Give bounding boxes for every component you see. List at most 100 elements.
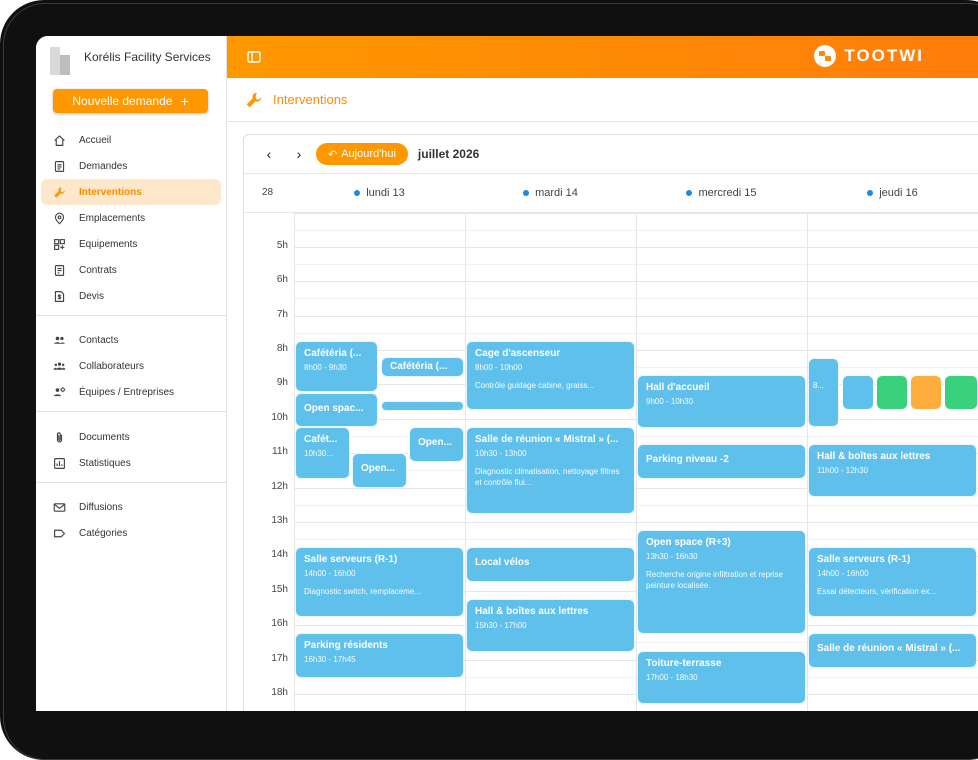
sidebar-item-categories[interactable]: Catégories — [41, 520, 221, 546]
sidebar-item-label: Catégories — [79, 527, 128, 539]
sidebar-item-contrats[interactable]: Contrats — [41, 257, 221, 283]
event-mon-cafeteria-2[interactable]: Cafétéria (... — [381, 357, 464, 377]
event-thu-serveurs[interactable]: Salle serveurs (R-1) 14h00 - 16h00 Essai… — [808, 547, 977, 617]
event-title: Hall d'accueil — [646, 382, 710, 393]
event-title: Cafétéria (... — [304, 348, 362, 359]
sidebar-item-contacts[interactable]: Contacts — [41, 327, 221, 353]
event-thu-hall[interactable]: Hall & boîtes aux lettres 11h00 - 12h30 — [808, 444, 977, 497]
event-title: Salle de réunion « Mistral » (... — [817, 643, 961, 654]
event-title: Parking niveau -2 — [646, 454, 729, 465]
sidebar-item-devis[interactable]: Devis — [41, 283, 221, 309]
event-mon-cafeteria-3[interactable]: Cafét... 10h30... — [295, 427, 350, 479]
event-title: Cafétéria (... — [390, 361, 448, 372]
event-time: 13h30 - 16h30 — [646, 552, 698, 561]
week-number: 28 — [262, 187, 274, 198]
event-time: 8h00 - 9h30 — [304, 363, 347, 372]
event-description: Recherche origine infiltration et repris… — [646, 570, 783, 590]
hour-label: 10h — [271, 412, 288, 423]
company-name: Korélis Facility Services — [84, 50, 211, 64]
event-thu-chip-blue[interactable] — [842, 375, 874, 410]
day-header-monday[interactable]: lundi 13 — [294, 174, 465, 212]
event-wed-toiture[interactable]: Toiture-terrasse 17h00 - 18h30 — [637, 651, 806, 704]
company-brand[interactable]: Korélis Facility Services — [36, 36, 226, 78]
today-button[interactable]: ↶ Aujourd'hui — [316, 143, 408, 165]
event-thu-chip-green[interactable] — [876, 375, 908, 410]
event-tue-mistral[interactable]: Salle de réunion « Mistral » (... 10h30 … — [466, 427, 635, 514]
wrench-icon — [246, 92, 262, 107]
today-dot — [686, 190, 693, 196]
event-thu-small[interactable]: 8... — [808, 358, 839, 427]
event-mon-open-2[interactable]: Open... — [409, 427, 464, 462]
event-time: 14h00 - 16h00 — [304, 569, 356, 578]
location-pin-icon — [54, 212, 65, 225]
event-title: Open space (R+3) — [646, 537, 731, 548]
app-screen: Korélis Facility Services Nouvelle deman… — [36, 36, 978, 711]
event-thu-chip-green-2[interactable] — [944, 375, 978, 410]
sidebar-item-label: Accueil — [79, 134, 112, 146]
event-time: 8h00 - 10h00 — [475, 363, 523, 372]
event-wed-hall-accueil[interactable]: Hall d'accueil 9h00 - 10h30 — [637, 375, 806, 428]
day-header-thursday[interactable]: jeudi 16 — [807, 174, 978, 212]
event-wed-parking[interactable]: Parking niveau -2 — [637, 444, 806, 479]
sidebar-item-equipements[interactable]: Equipements — [41, 231, 221, 257]
event-mon-thin[interactable] — [381, 401, 464, 411]
sidebar-item-label: Equipements — [79, 238, 138, 250]
sidebar-item-documents[interactable]: Documents — [41, 424, 221, 450]
event-time: 15h30 - 17h00 — [475, 621, 527, 630]
hour-label: 5h — [276, 240, 288, 251]
plus-icon: + — [180, 93, 189, 109]
event-mon-salle-serveurs[interactable]: Salle serveurs (R-1) 14h00 - 16h00 Diagn… — [295, 547, 464, 617]
event-wed-openspace[interactable]: Open space (R+3) 13h30 - 16h30 Recherche… — [637, 530, 806, 634]
sidebar-item-label: Documents — [79, 431, 130, 443]
mail-icon — [53, 502, 66, 512]
hour-label: 8h — [276, 343, 288, 354]
sidebar-item-demandes[interactable]: Demandes — [41, 153, 221, 179]
event-title: Cage d'ascenseur — [475, 348, 561, 359]
nav-group-people: Contacts Collaborateurs Équipes / Entrep… — [36, 327, 227, 405]
event-mon-open-3[interactable]: Open... — [352, 453, 407, 488]
day-header-tuesday[interactable]: mardi 14 — [465, 174, 636, 212]
new-request-label: Nouvelle demande — [72, 94, 173, 108]
sidebar-item-label: Emplacements — [79, 212, 146, 224]
event-mon-openspace-1[interactable]: Open spac... — [295, 393, 378, 427]
event-title: Hall & boîtes aux lettres — [475, 606, 589, 617]
sidebar-item-diffusions[interactable]: Diffusions — [41, 494, 221, 520]
time-grid[interactable]: 5h 6h 7h 8h 9h 10h 11h 12h 13h 14h 15h 1… — [244, 213, 978, 711]
sidebar-item-emplacements[interactable]: Emplacements — [41, 205, 221, 231]
event-thu-mistral[interactable]: Salle de réunion « Mistral » (... — [808, 633, 977, 668]
sidebar-toggle-icon[interactable] — [247, 50, 261, 64]
sidebar-item-equipes[interactable]: Équipes / Entreprises — [41, 379, 221, 405]
prev-week-button[interactable]: ‹ — [254, 142, 284, 166]
tootwi-logo: TOOTWI — [814, 45, 924, 67]
next-week-button[interactable]: › — [284, 142, 314, 166]
hour-label: 15h — [271, 584, 288, 595]
event-time: 10h30... — [304, 449, 333, 458]
sidebar-item-label: Collaborateurs — [79, 360, 145, 372]
event-time: 16h30 - 17h45 — [304, 655, 356, 664]
sidebar-item-accueil[interactable]: Accueil — [41, 127, 221, 153]
sidebar-divider — [36, 315, 227, 316]
day-header-row: 28 lundi 13 mardi 14 mercredi 15 jeudi 1… — [244, 173, 978, 213]
contract-icon — [54, 264, 65, 276]
wrench-icon — [54, 186, 65, 198]
calendar-toolbar: ‹ › ↶ Aujourd'hui juillet 2026 — [244, 135, 978, 173]
event-title: Hall & boîtes aux lettres — [817, 451, 931, 462]
sidebar-item-interventions[interactable]: Interventions — [41, 179, 221, 205]
event-thu-chip-orange[interactable] — [910, 375, 942, 410]
event-tue-ascenseur[interactable]: Cage d'ascenseur 8h00 - 10h00 Contrôle g… — [466, 341, 635, 410]
day-header-wednesday[interactable]: mercredi 15 — [636, 174, 807, 212]
new-request-button[interactable]: Nouvelle demande + — [53, 89, 208, 113]
event-tue-velos[interactable]: Local vélos — [466, 547, 635, 582]
today-dot — [354, 190, 361, 196]
event-title: Salle serveurs (R-1) — [304, 554, 398, 565]
hour-label: 16h — [271, 618, 288, 629]
event-mon-parking[interactable]: Parking résidents 16h30 - 17h45 — [295, 633, 464, 678]
event-description: Essai détecteurs, vérification ex... — [817, 587, 937, 596]
sidebar-item-label: Contrats — [79, 264, 117, 276]
event-mon-cafeteria-1[interactable]: Cafétéria (... 8h00 - 9h30 — [295, 341, 378, 392]
today-dot — [867, 190, 874, 196]
sidebar-item-statistiques[interactable]: Statistiques — [41, 450, 221, 476]
nav-group-misc: Diffusions Catégories — [36, 494, 227, 546]
sidebar-item-collaborateurs[interactable]: Collaborateurs — [41, 353, 221, 379]
event-tue-hall[interactable]: Hall & boîtes aux lettres 15h30 - 17h00 — [466, 599, 635, 652]
